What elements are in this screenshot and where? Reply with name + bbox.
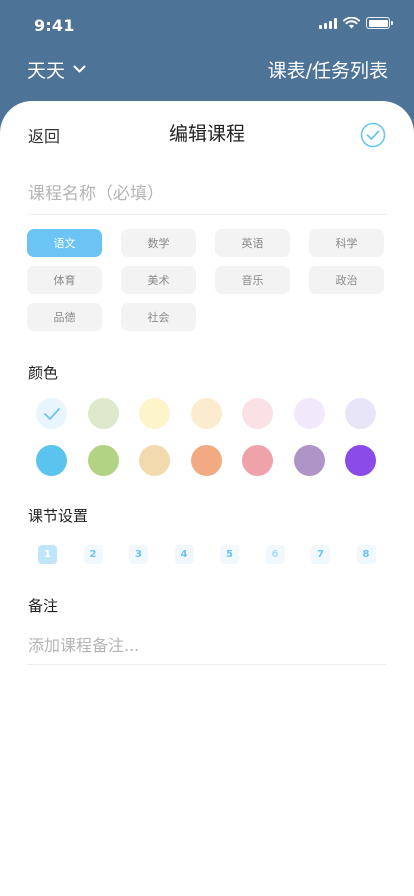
status-icons xyxy=(319,17,393,29)
period-item[interactable]: 6 xyxy=(265,545,285,564)
subject-chip[interactable]: 品德 xyxy=(27,303,102,331)
color-swatch[interactable] xyxy=(36,445,67,476)
subject-chip[interactable]: 美术 xyxy=(121,266,196,294)
color-swatch[interactable] xyxy=(345,398,376,429)
subject-chip[interactable]: 科学 xyxy=(309,229,384,257)
battery-icon xyxy=(366,17,393,29)
check-icon xyxy=(43,407,60,420)
status-time: 9:41 xyxy=(34,16,75,35)
color-swatch[interactable] xyxy=(87,398,119,429)
period-item[interactable]: 1 xyxy=(38,545,57,564)
color-swatch[interactable] xyxy=(139,445,170,476)
course-name-input[interactable] xyxy=(28,173,386,215)
subject-chip[interactable]: 数学 xyxy=(121,229,196,257)
color-swatch[interactable] xyxy=(242,445,273,476)
user-switcher[interactable]: 天天 xyxy=(27,56,86,83)
period-item[interactable]: 5 xyxy=(220,545,239,564)
subject-chip[interactable]: 语文 xyxy=(27,229,102,257)
subject-chip[interactable]: 政治 xyxy=(309,266,384,294)
color-swatch[interactable] xyxy=(345,445,376,476)
subject-chip[interactable]: 英语 xyxy=(215,229,290,257)
period-item[interactable]: 8 xyxy=(356,545,376,564)
period-selector: 1 2 3 4 5 6 7 8 xyxy=(38,545,378,564)
wifi-icon xyxy=(343,17,360,29)
period-item[interactable]: 3 xyxy=(129,545,148,564)
period-item[interactable]: 4 xyxy=(174,545,194,564)
color-section-label: 颜色 xyxy=(28,364,59,382)
status-bar: 9:41 xyxy=(0,0,414,48)
chevron-down-icon xyxy=(73,65,86,73)
period-section-label: 课节设置 xyxy=(28,507,89,525)
period-item[interactable]: 7 xyxy=(311,545,330,564)
color-swatch[interactable] xyxy=(190,398,222,429)
subject-chip-group: 语文 数学 英语 科学体育 美术 音乐 政治品德 社会 xyxy=(27,229,387,331)
color-swatch-grid xyxy=(36,398,382,476)
note-section-label: 备注 xyxy=(28,597,59,615)
user-name: 天天 xyxy=(27,60,66,82)
schedule-task-list-link[interactable]: 课表/任务列表 xyxy=(268,56,388,83)
color-swatch[interactable] xyxy=(87,445,119,476)
page-title: 编辑课程 xyxy=(168,123,245,145)
subject-chip[interactable]: 社会 xyxy=(121,303,196,331)
edit-course-sheet: 返回 编辑课程 语文数学英语科学体育美术音乐政治品德社会 颜色 课节设置 1 2 3… xyxy=(0,101,414,896)
period-item[interactable]: 2 xyxy=(83,545,103,564)
signal-icon xyxy=(319,17,337,29)
subject-chip[interactable]: 体育 xyxy=(27,266,102,294)
top-nav: 天天 课表/任务列表 xyxy=(0,48,414,92)
subject-chip[interactable]: 音乐 xyxy=(215,266,290,294)
color-swatch[interactable] xyxy=(293,445,325,476)
color-swatch[interactable] xyxy=(139,398,170,429)
confirm-check-icon[interactable] xyxy=(360,122,386,148)
color-swatch[interactable] xyxy=(293,398,325,429)
color-swatch[interactable] xyxy=(36,398,67,429)
sheet-header: 返回 编辑课程 xyxy=(0,101,414,165)
color-swatch[interactable] xyxy=(190,445,222,476)
course-note-input[interactable] xyxy=(28,627,386,665)
color-swatch[interactable] xyxy=(242,398,273,429)
